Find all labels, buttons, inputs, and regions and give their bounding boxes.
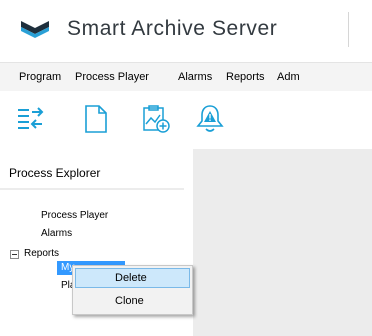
toolbar bbox=[0, 91, 372, 149]
header-divider bbox=[348, 12, 349, 47]
tree-item-reports[interactable]: Reports bbox=[24, 248, 59, 260]
menu-reports[interactable]: Reports bbox=[226, 63, 265, 91]
tree-item-process-player[interactable]: Process Player bbox=[41, 210, 108, 222]
new-document-icon[interactable] bbox=[81, 104, 111, 134]
import-icon[interactable] bbox=[15, 104, 45, 134]
clone-label: Clone bbox=[115, 295, 144, 307]
menu-program[interactable]: Program bbox=[19, 63, 61, 91]
context-menu-delete[interactable]: Delete bbox=[75, 268, 190, 288]
app-window: Smart Archive Server Program Process Pla… bbox=[0, 0, 372, 336]
context-menu-clone[interactable]: Clone bbox=[75, 291, 190, 311]
content-area bbox=[193, 149, 372, 336]
collapse-icon[interactable] bbox=[10, 250, 19, 259]
menu-alarms[interactable]: Alarms bbox=[178, 63, 212, 91]
tree-item-alarms[interactable]: Alarms bbox=[41, 228, 72, 240]
menu-administration[interactable]: Adm bbox=[277, 63, 300, 91]
context-menu: Delete Clone bbox=[72, 265, 193, 315]
app-title: Smart Archive Server bbox=[67, 17, 278, 40]
panel-title: Process Explorer bbox=[9, 166, 101, 180]
delete-label: Delete bbox=[115, 272, 147, 284]
panel-separator bbox=[0, 188, 184, 190]
alarm-warning-icon[interactable] bbox=[195, 104, 225, 134]
app-header: Smart Archive Server bbox=[0, 0, 372, 60]
add-report-icon[interactable] bbox=[141, 104, 171, 134]
sas-logo-icon bbox=[21, 21, 49, 38]
menubar: Program Process Player Alarms Reports Ad… bbox=[0, 62, 372, 92]
menu-process-player[interactable]: Process Player bbox=[75, 63, 149, 91]
